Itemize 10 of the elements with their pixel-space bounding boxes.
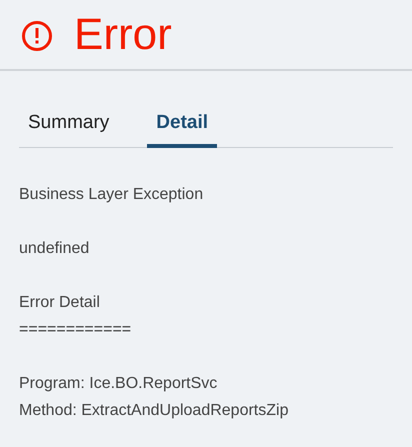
detail-text: Business Layer Exception <box>19 184 204 204</box>
tab[interactable]: Detail <box>147 109 218 148</box>
detail-text: Error Detail <box>19 292 100 312</box>
detail-text: undefined <box>19 238 90 258</box>
detail-text: Method: ExtractAndUploadReportsZip <box>19 400 288 420</box>
detail-text: Program: Ice.BO.ReportSvc <box>19 374 218 394</box>
detail-text: ============ <box>19 320 132 340</box>
tab[interactable]: Summary <box>28 109 110 148</box>
alert-icon <box>20 18 54 52</box>
error-title: Error <box>74 12 172 56</box>
